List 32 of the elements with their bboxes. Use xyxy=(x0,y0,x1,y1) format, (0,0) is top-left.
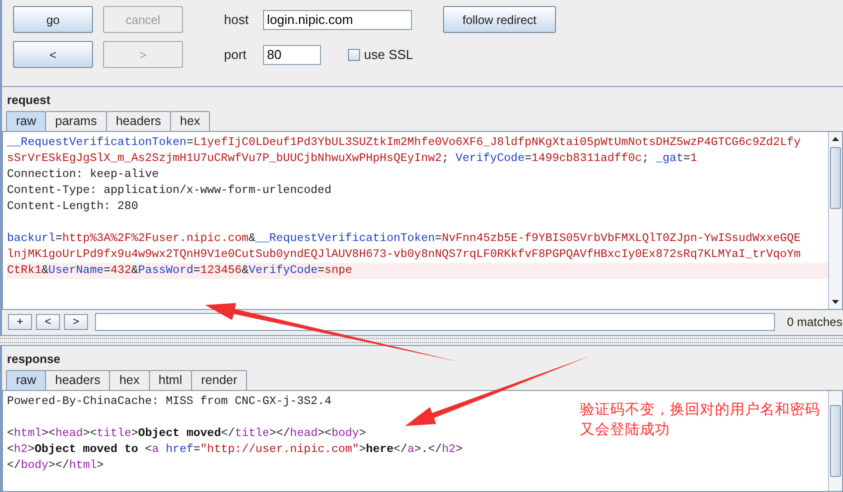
code-line: lnjMK1goUrLPd9fx9u4w9wx2TQnH9V1e0CutSub0yndEQJlAUV8H673-vb0y8nNQS7rqLF0RKkfvF8PGPQAVfHBxcIy0Ex872sRq7KLMYaI_trVqoYm xyxy=(7,247,801,263)
checkbox-label: use SSL xyxy=(364,47,414,62)
tab[interactable]: hex xyxy=(170,111,210,131)
code-line: Powered-By-ChinaCache: MISS from CNC-GX-j-3S2.4 xyxy=(7,394,332,410)
find-button[interactable]: > xyxy=(64,314,88,330)
code-line: backurl=http%3A%2F%2Fuser.nipic.com&__RequestVerificationToken=NvFnn45zb5E-f9YBIS05VrbVbFMXLQlT0ZJpn-YwISsudWxxeGQE xyxy=(7,231,801,247)
code-line: <h2>Object moved to <a href="http://user.nipic.com">here</a>.</h2> xyxy=(7,442,463,458)
toolbar-button[interactable]: < xyxy=(13,41,93,68)
code-line: __RequestVerificationToken=L1yefIjC0LDeuf1Pd3YbUL3SUZtkIm2Mhfe0Vo6XF6_J8ldfpNKgXtai05pWtUmNotsDHZ5wzP4GTCG6c9Zd2Lfy xyxy=(7,135,801,151)
host-label: host xyxy=(223,12,250,27)
match-count: 0 matches xyxy=(787,315,843,329)
code-line: Content-Length: 280 xyxy=(7,199,138,215)
code-line: Content-Type: application/x-www-form-urlencoded xyxy=(7,183,332,199)
port-field[interactable]: 80 xyxy=(263,44,321,64)
toolbar-button[interactable]: go xyxy=(13,6,93,33)
code-line: sSrVrESkEgJgSlX_m_As2SzjmH1U7uCRwfVu7P_bUUCjbNhwuXwPHpHsQEyInw2; VerifyCode=1499cb8311adff0c; _gat=1 xyxy=(7,151,698,167)
find-button[interactable]: + xyxy=(8,314,32,330)
find-button[interactable]: < xyxy=(36,314,60,330)
code-line: <html><head><title>Object moved</title></head><body> xyxy=(7,426,366,442)
tab[interactable]: params xyxy=(45,111,107,131)
tab[interactable]: raw xyxy=(6,111,46,131)
panel-title: request xyxy=(6,92,52,109)
annotation-text: 验证码不变，换回对的用户名和密码 xyxy=(580,400,820,420)
follow-redirect-button[interactable]: follow redirect xyxy=(443,6,556,33)
port-label: port xyxy=(223,47,248,62)
host-field[interactable]: login.nipic.com xyxy=(263,10,412,30)
code-line: </body></html> xyxy=(7,458,104,474)
tab[interactable]: render xyxy=(191,370,248,390)
annotation-text: 又会登陆成功 xyxy=(580,421,671,440)
tab[interactable]: raw xyxy=(6,370,46,390)
panel-title: response xyxy=(6,351,62,368)
code-line: Connection: keep-alive xyxy=(7,167,159,183)
